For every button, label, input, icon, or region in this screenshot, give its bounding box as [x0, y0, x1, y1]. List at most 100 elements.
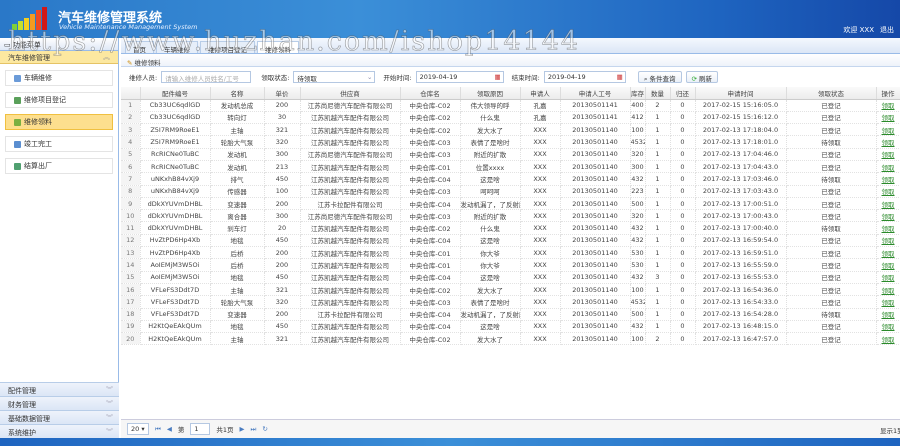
- table-row[interactable]: 16 VFLeFS3Ddt7D 主轴 321 江苏凯越汽车配件有限公司 中央仓库-C02 发…: [121, 283, 900, 297]
- tab-repair-register[interactable]: 维修项目登记: [200, 41, 255, 54]
- pick-link[interactable]: 领取: [882, 323, 895, 331]
- table-row[interactable]: 1 Cb33UC6qdlGD 发动机总成 200 江苏尚尼德汽车配件有限公司 中央仓库-C…: [121, 99, 900, 112]
- pick-link[interactable]: 领取: [882, 250, 895, 258]
- table-cell: 中央仓库-C01: [400, 246, 461, 260]
- table-row[interactable]: 5 RcRICNe0TuBC 发动机 300 江苏尚尼德汽车配件有限公司 中央仓库-C03…: [121, 148, 900, 161]
- table-row[interactable]: 4 Z5I7RM9RoeE1 轮胎大气泵 320 江苏凯越汽车配件有限公司 中央仓库-C0…: [121, 135, 900, 149]
- table-row[interactable]: 10 dDkXYUVmDHBL 离合器 300 江苏尚尼德汽车配件有限公司 中央仓库-C0…: [121, 209, 900, 223]
- pick-link[interactable]: 领取: [882, 151, 895, 159]
- search-button[interactable]: ⌕ 条件查询: [637, 71, 682, 83]
- column-header[interactable]: 仓库名: [400, 87, 461, 100]
- tab-material-pick[interactable]: 维修领料: [257, 41, 299, 54]
- sidebar-item-repair-register[interactable]: 维修项目登记: [5, 92, 113, 108]
- end-time-value: 2019-04-19: [547, 73, 586, 81]
- table-row[interactable]: 6 RcRICNe0TuBC 发动机 213 江苏凯越汽车配件有限公司 中央仓库-C01 位…: [121, 160, 900, 174]
- pick-link[interactable]: 领取: [882, 102, 895, 110]
- table-cell: 321: [264, 283, 301, 297]
- table-row[interactable]: 20 H2KtQeEAkQUm 主轴 321 江苏凯越汽车配件有限公司 中央仓库-C02 发…: [121, 332, 900, 346]
- column-header[interactable]: 领取原因: [460, 87, 521, 100]
- table-row[interactable]: 12 HvZtPD6Hp4Xb 地毯 450 江苏凯越汽车配件有限公司 中央仓库-C04 这…: [121, 234, 900, 248]
- table-cell: 1: [645, 148, 671, 161]
- reload-icon[interactable]: ↻: [262, 425, 267, 433]
- column-header[interactable]: 数量: [645, 87, 671, 100]
- column-header[interactable]: 申请人: [520, 87, 561, 100]
- column-header[interactable]: 申请人工号: [560, 87, 631, 100]
- menu-group-basic-data[interactable]: 基础数据管理 ︾: [0, 410, 119, 424]
- column-header[interactable]: 名称: [210, 87, 265, 100]
- pick-link[interactable]: 领取: [882, 114, 895, 122]
- table-row[interactable]: 3 Z5I7RM9RoeE1 主轴 321 江苏凯越汽车配件有限公司 中央仓库-C02 发大…: [121, 123, 900, 137]
- pick-link[interactable]: 领取: [882, 201, 895, 209]
- refresh-button[interactable]: ⟳ 刷新: [685, 71, 719, 83]
- column-header[interactable]: 申请时间: [695, 87, 787, 100]
- column-header[interactable]: 单价: [264, 87, 301, 100]
- pick-link[interactable]: 领取: [882, 237, 895, 245]
- table-row[interactable]: 17 VFLeFS3Ddt7D 轮胎大气泵 320 江苏凯越汽车配件有限公司 中央仓库-C…: [121, 295, 900, 309]
- first-page-icon[interactable]: ⏮: [155, 425, 161, 434]
- pick-link[interactable]: 领取: [882, 311, 895, 319]
- pick-link[interactable]: 领取: [882, 274, 895, 282]
- table-cell: 中央仓库-C01: [400, 160, 461, 174]
- sidebar-item-material-pick[interactable]: 维修领料: [5, 114, 113, 130]
- status-select[interactable]: 待领取 ⌄: [293, 71, 376, 83]
- sidebar-item-vehicle-repair[interactable]: 车辆维修: [5, 70, 113, 86]
- menu-group-finance[interactable]: 财务管理 ︾: [0, 396, 119, 410]
- column-header[interactable]: 领取状态: [786, 87, 877, 100]
- table-row[interactable]: 19 H2KtQeEAkQUm 地毯 450 江苏凯越汽车配件有限公司 中央仓库-C04 这…: [121, 320, 900, 334]
- table-row[interactable]: 13 HvZtPD6Hp4Xb 后桥 200 江苏凯越汽车配件有限公司 中央仓库-C01 你…: [121, 246, 900, 260]
- table-cell: 呵呵呵: [460, 185, 521, 198]
- table-cell: 0: [670, 160, 696, 174]
- pick-link[interactable]: 领取: [882, 225, 895, 233]
- column-header[interactable]: 归还: [670, 87, 696, 100]
- table-cell: 0: [670, 283, 696, 297]
- menu-group-parts[interactable]: 配件管理 ︾: [0, 382, 119, 396]
- pick-link[interactable]: 领取: [882, 139, 895, 147]
- calendar-icon[interactable]: ▦: [617, 73, 623, 81]
- sidebar-item-completion[interactable]: 竣工完工: [5, 136, 113, 152]
- pick-link[interactable]: 领取: [882, 262, 895, 270]
- logout-link[interactable]: 退出: [880, 25, 900, 35]
- table-cell: 2017-02-13 16:59:54.0: [695, 234, 787, 248]
- table-row[interactable]: 2 Cb33UC6qdlGD 转向灯 30 江苏凯越汽车配件有限公司 中央仓库-C02 什么…: [121, 111, 900, 125]
- table-cell: 200: [264, 99, 301, 112]
- staff-search-input[interactable]: 请输入维修人员姓名/工号: [161, 71, 252, 83]
- sidebar-item-settlement[interactable]: 结算出厂: [5, 158, 113, 174]
- column-header[interactable]: 配件编号: [140, 87, 211, 100]
- table-cell: XXX: [520, 332, 561, 346]
- next-page-icon[interactable]: ▶: [240, 425, 245, 433]
- pick-link[interactable]: 领取: [882, 299, 895, 307]
- table-cell: 432: [630, 234, 646, 248]
- table-row[interactable]: 7 uNKxhB84vXj9 排气 450 江苏凯越汽车配件有限公司 中央仓库-C04 这是…: [121, 172, 900, 186]
- table-row[interactable]: 11 dDkXYUVmDHBL 刹车灯 20 江苏凯越汽车配件有限公司 中央仓库-C02 什…: [121, 221, 900, 235]
- calendar-icon[interactable]: ▦: [494, 73, 500, 81]
- table-cell: 江苏凯越汽车配件有限公司: [300, 320, 401, 334]
- column-header[interactable]: 供应商: [300, 87, 401, 100]
- table-cell: XXX: [520, 123, 561, 137]
- table-row[interactable]: 18 VFLeFS3Ddt7D 变速器 200 江苏卡拉配件有限公司 中央仓库-C04 发动…: [121, 308, 900, 321]
- pick-link[interactable]: 领取: [882, 213, 895, 221]
- menu-group-system[interactable]: 系统维护 ︾: [0, 424, 119, 438]
- pick-link[interactable]: 领取: [882, 127, 895, 135]
- pick-link[interactable]: 领取: [882, 336, 895, 344]
- table-cell: 0: [670, 197, 696, 211]
- table-cell: 江苏尚尼德汽车配件有限公司: [300, 209, 401, 223]
- menu-group-repair[interactable]: 汽车维修管理 ︽: [0, 51, 118, 64]
- pick-link[interactable]: 领取: [882, 164, 895, 172]
- start-time-input[interactable]: 2019-04-19 ▦: [415, 71, 504, 83]
- tab-vehicle-repair[interactable]: 车辆维修: [156, 41, 198, 54]
- prev-page-icon[interactable]: ◀: [167, 425, 172, 433]
- table-row[interactable]: 14 AoIEMjM3W5Oi 后桥 200 江苏凯越汽车配件有限公司 中央仓库-C01 你…: [121, 258, 900, 272]
- table-row[interactable]: 9 dDkXYUVmDHBL 变速器 200 江苏卡拉配件有限公司 中央仓库-C04 发动机…: [121, 197, 900, 211]
- tab-home[interactable]: 首页: [125, 41, 154, 54]
- column-header[interactable]: 操作: [876, 87, 900, 100]
- pick-link[interactable]: 领取: [882, 176, 895, 184]
- last-page-icon[interactable]: ⏭: [251, 425, 257, 434]
- end-time-input[interactable]: 2019-04-19 ▦: [543, 71, 626, 83]
- page-size-select[interactable]: 20 ▾: [127, 423, 149, 435]
- pick-link[interactable]: 领取: [882, 188, 895, 196]
- pick-link[interactable]: 领取: [882, 287, 895, 295]
- table-row[interactable]: 8 uNKxhB84vXj9 传感器 100 江苏凯越汽车配件有限公司 中央仓库-C03 呵…: [121, 185, 900, 198]
- page-number-input[interactable]: 1: [190, 423, 211, 435]
- table-row[interactable]: 15 AoIEMjM3W5Oi 地毯 450 江苏凯越汽车配件有限公司 中央仓库-C04 这…: [121, 271, 900, 284]
- column-header[interactable]: 库存: [630, 87, 646, 100]
